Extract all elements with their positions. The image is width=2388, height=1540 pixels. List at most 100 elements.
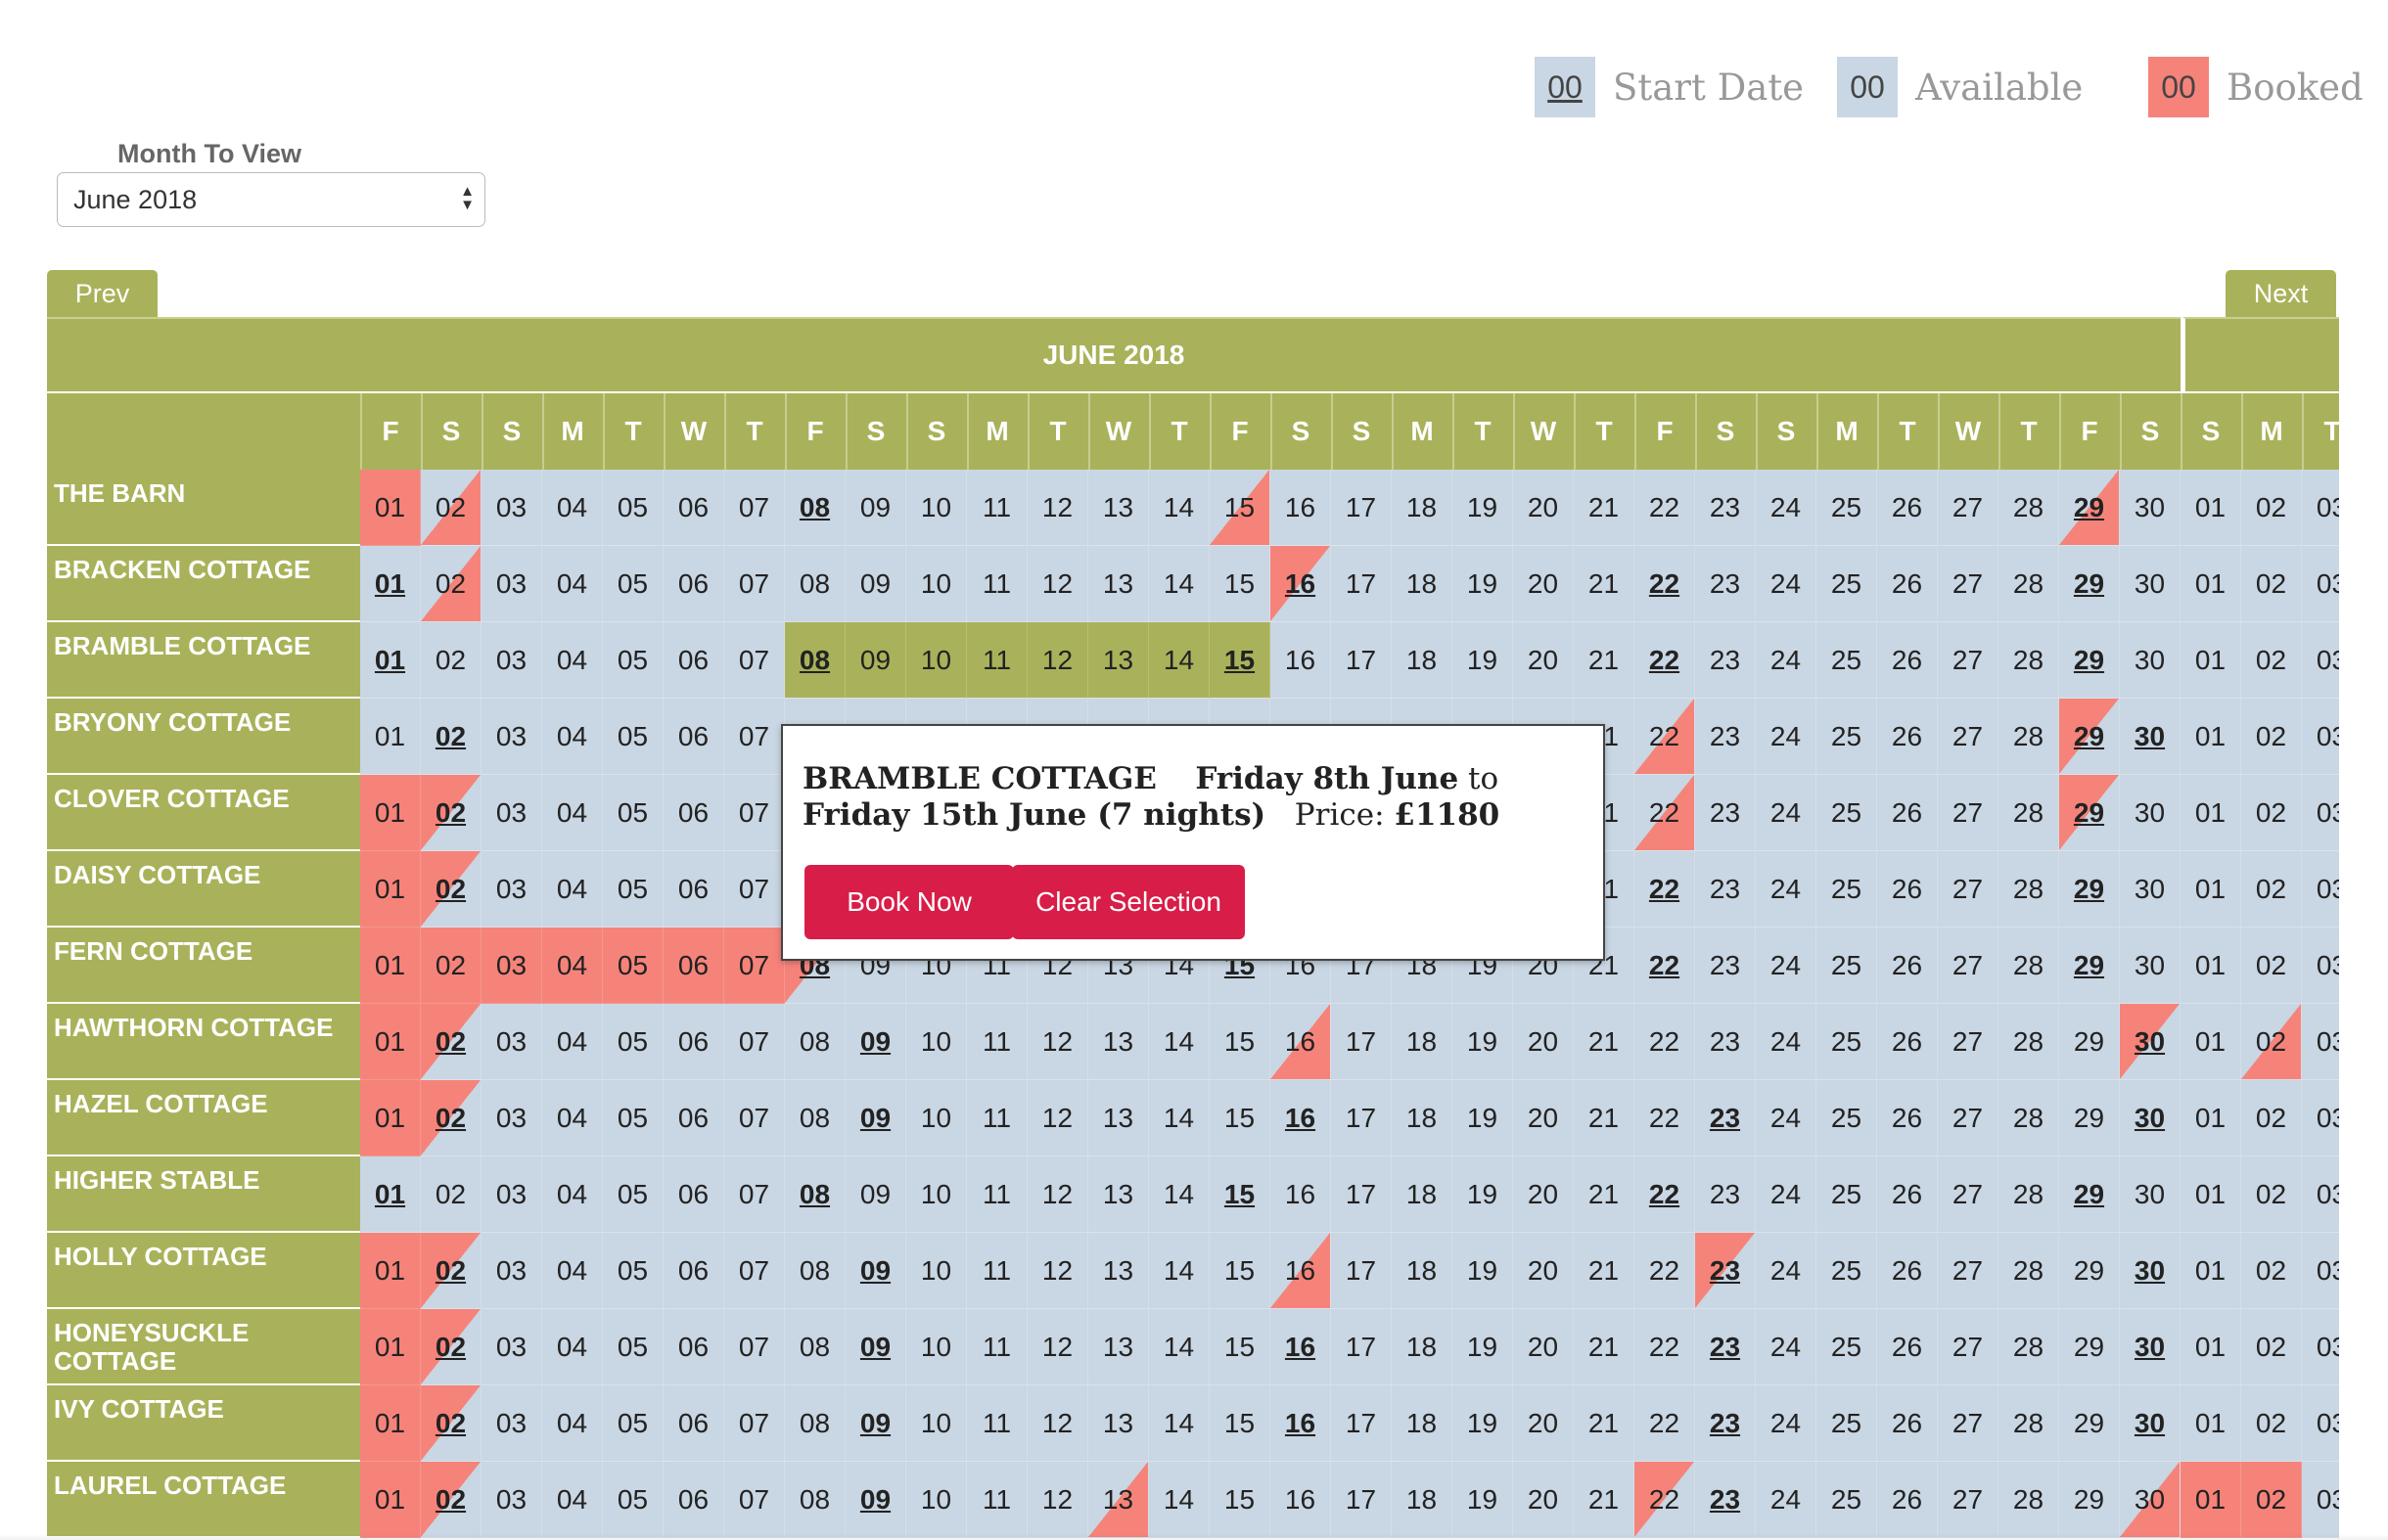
date-cell[interactable]: 03 (2302, 470, 2339, 546)
property-name[interactable]: HAWTHORN COTTAGE (47, 1004, 360, 1078)
date-cell[interactable]: 16 (1270, 1309, 1331, 1385)
date-cell[interactable]: 23 (1695, 470, 1756, 546)
date-cell[interactable]: 28 (1998, 1080, 2059, 1156)
date-cell[interactable]: 15 (1210, 1309, 1270, 1385)
date-cell[interactable]: 30 (2120, 1462, 2181, 1538)
date-cell[interactable]: 27 (1938, 546, 1998, 622)
date-cell[interactable]: 02 (2241, 1385, 2302, 1462)
date-cell[interactable]: 07 (724, 546, 785, 622)
date-cell[interactable]: 10 (906, 1004, 967, 1080)
date-cell[interactable]: 01 (360, 1309, 421, 1385)
date-cell[interactable]: 06 (664, 699, 724, 775)
date-cell[interactable]: 08 (785, 546, 846, 622)
date-cell[interactable]: 18 (1392, 546, 1452, 622)
date-cell[interactable]: 09 (846, 1309, 906, 1385)
date-cell[interactable]: 07 (724, 622, 785, 699)
date-cell[interactable]: 11 (967, 1080, 1028, 1156)
date-cell[interactable]: 29 (2059, 1233, 2120, 1309)
date-cell[interactable]: 28 (1998, 1309, 2059, 1385)
date-cell[interactable]: 04 (542, 1462, 603, 1538)
date-cell[interactable]: 07 (724, 1309, 785, 1385)
date-cell[interactable]: 02 (421, 546, 482, 622)
date-cell[interactable]: 27 (1938, 1233, 1998, 1309)
date-cell[interactable]: 03 (482, 1004, 542, 1080)
date-cell[interactable]: 03 (482, 1309, 542, 1385)
date-cell[interactable]: 24 (1756, 699, 1816, 775)
date-cell[interactable]: 27 (1938, 470, 1998, 546)
date-cell[interactable]: 11 (967, 622, 1028, 699)
date-cell[interactable]: 14 (1149, 1233, 1210, 1309)
property-name[interactable]: BRAMBLE COTTAGE (47, 622, 360, 697)
date-cell[interactable]: 14 (1149, 546, 1210, 622)
date-cell[interactable]: 24 (1756, 1309, 1816, 1385)
date-cell[interactable]: 10 (906, 546, 967, 622)
date-cell[interactable]: 28 (1998, 851, 2059, 928)
date-cell[interactable]: 03 (482, 1156, 542, 1233)
date-cell[interactable]: 02 (2241, 1080, 2302, 1156)
date-cell[interactable]: 20 (1513, 622, 1574, 699)
date-cell[interactable]: 01 (360, 1233, 421, 1309)
date-cell[interactable]: 03 (482, 699, 542, 775)
date-cell[interactable]: 06 (664, 546, 724, 622)
date-cell[interactable]: 15 (1210, 1233, 1270, 1309)
date-cell[interactable]: 13 (1088, 1385, 1149, 1462)
date-cell[interactable]: 12 (1028, 1004, 1088, 1080)
date-cell[interactable]: 22 (1634, 928, 1695, 1004)
date-cell[interactable]: 09 (846, 1080, 906, 1156)
date-cell[interactable]: 13 (1088, 1309, 1149, 1385)
date-cell[interactable]: 23 (1695, 928, 1756, 1004)
date-cell[interactable]: 26 (1877, 546, 1938, 622)
date-cell[interactable]: 29 (2059, 1462, 2120, 1538)
date-cell[interactable]: 24 (1756, 851, 1816, 928)
date-cell[interactable]: 06 (664, 1309, 724, 1385)
date-cell[interactable]: 19 (1452, 1462, 1513, 1538)
date-cell[interactable]: 30 (2120, 851, 2181, 928)
date-cell[interactable]: 17 (1331, 622, 1392, 699)
date-cell[interactable]: 15 (1210, 1156, 1270, 1233)
property-name[interactable]: HIGHER STABLE (47, 1156, 360, 1231)
date-cell[interactable]: 26 (1877, 1004, 1938, 1080)
date-cell[interactable]: 12 (1028, 1385, 1088, 1462)
date-cell[interactable]: 02 (421, 928, 482, 1004)
date-cell[interactable]: 26 (1877, 1309, 1938, 1385)
date-cell[interactable]: 12 (1028, 1462, 1088, 1538)
date-cell[interactable]: 27 (1938, 851, 1998, 928)
date-cell[interactable]: 04 (542, 775, 603, 851)
date-cell[interactable]: 21 (1574, 1462, 1634, 1538)
date-cell[interactable]: 28 (1998, 1156, 2059, 1233)
date-cell[interactable]: 24 (1756, 622, 1816, 699)
date-cell[interactable]: 29 (2059, 699, 2120, 775)
date-cell[interactable]: 03 (2302, 1309, 2339, 1385)
date-cell[interactable]: 28 (1998, 470, 2059, 546)
date-cell[interactable]: 21 (1574, 546, 1634, 622)
date-cell[interactable]: 30 (2120, 699, 2181, 775)
date-cell[interactable]: 02 (421, 1309, 482, 1385)
date-cell[interactable]: 01 (360, 851, 421, 928)
date-cell[interactable]: 21 (1574, 1385, 1634, 1462)
date-cell[interactable]: 05 (603, 928, 664, 1004)
date-cell[interactable]: 04 (542, 1385, 603, 1462)
date-cell[interactable]: 03 (2302, 1233, 2339, 1309)
date-cell[interactable]: 18 (1392, 1385, 1452, 1462)
date-cell[interactable]: 16 (1270, 1080, 1331, 1156)
date-cell[interactable]: 29 (2059, 470, 2120, 546)
date-cell[interactable]: 06 (664, 1233, 724, 1309)
date-cell[interactable]: 08 (785, 1385, 846, 1462)
date-cell[interactable]: 03 (482, 928, 542, 1004)
date-cell[interactable]: 02 (2241, 1233, 2302, 1309)
date-cell[interactable]: 02 (421, 1233, 482, 1309)
date-cell[interactable]: 02 (421, 470, 482, 546)
date-cell[interactable]: 22 (1634, 622, 1695, 699)
date-cell[interactable]: 05 (603, 851, 664, 928)
date-cell[interactable]: 26 (1877, 1385, 1938, 1462)
date-cell[interactable]: 04 (542, 1233, 603, 1309)
date-cell[interactable]: 01 (2181, 470, 2241, 546)
date-cell[interactable]: 17 (1331, 470, 1392, 546)
date-cell[interactable]: 13 (1088, 1156, 1149, 1233)
date-cell[interactable]: 05 (603, 1156, 664, 1233)
date-cell[interactable]: 03 (482, 1080, 542, 1156)
date-cell[interactable]: 28 (1998, 1233, 2059, 1309)
clear-selection-button[interactable]: Clear Selection (1012, 865, 1245, 939)
date-cell[interactable]: 05 (603, 622, 664, 699)
date-cell[interactable]: 28 (1998, 928, 2059, 1004)
